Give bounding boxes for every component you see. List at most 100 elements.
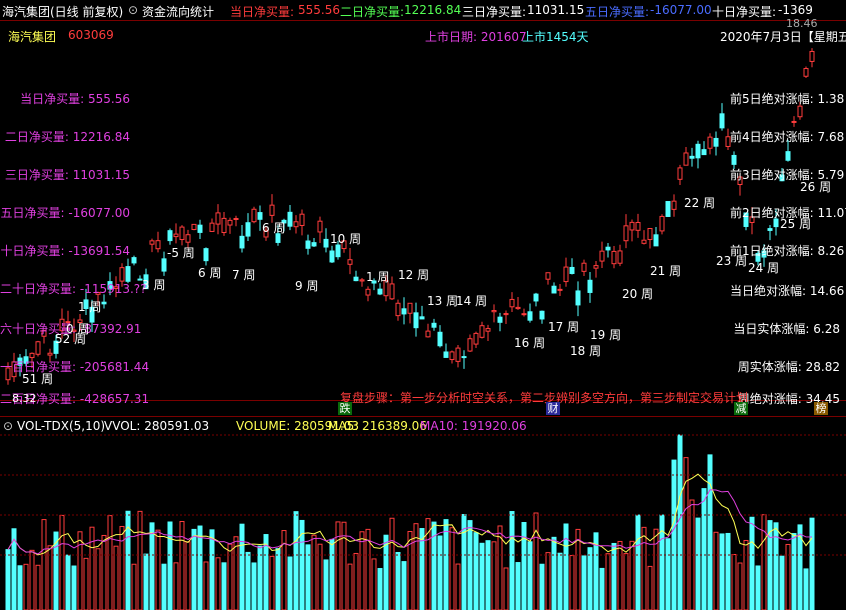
- week-label: 10 周: [330, 232, 362, 246]
- volume-bar: [707, 454, 713, 610]
- candle-body: [311, 242, 317, 247]
- volume-bar: [203, 561, 209, 610]
- volume-bar: [65, 554, 71, 610]
- volume-bar: [515, 562, 521, 610]
- low-price-label: 8.32: [12, 392, 37, 405]
- candle-body: [305, 240, 311, 249]
- volume-bar: [581, 555, 587, 610]
- volume-bar: [245, 551, 251, 610]
- candle-body: [347, 259, 353, 265]
- volume-bar: [119, 525, 125, 610]
- d5-value: -16077.00: [650, 3, 712, 17]
- candle-body: [479, 325, 485, 338]
- week-label: 14 周: [456, 294, 488, 308]
- volume-bar: [695, 517, 701, 610]
- candle-body: [641, 239, 647, 244]
- volume-bar: [41, 519, 47, 610]
- candle-body: [179, 226, 185, 241]
- volume-bar: [737, 562, 743, 610]
- left-netbuy-label: 二日净买量: 12216.84: [4, 130, 130, 144]
- candle-body: [413, 312, 419, 329]
- marker-bang[interactable]: 榜: [814, 402, 828, 415]
- candle-body: [389, 283, 395, 300]
- candle-body: [353, 276, 359, 282]
- candle-body: [503, 313, 509, 316]
- candle-body: [455, 347, 461, 362]
- d3-value: 11031.15: [527, 3, 585, 17]
- candle-body: [131, 257, 137, 264]
- candle-body: [623, 225, 629, 242]
- volume-bar: [491, 541, 497, 610]
- volume-bar: [647, 565, 653, 610]
- indicator-name[interactable]: 资金流向统计: [142, 3, 214, 20]
- candle-body: [287, 211, 293, 227]
- left-netbuy-label: 一百日净买量: -205681.44: [0, 360, 150, 374]
- candle-body: [791, 120, 797, 123]
- volume-bar: [743, 539, 749, 610]
- candle-body: [587, 279, 593, 293]
- candle-body: [659, 215, 665, 232]
- volume-bar: [59, 514, 65, 610]
- marker-die[interactable]: 跌: [338, 402, 352, 415]
- candle-body: [155, 240, 161, 250]
- candle-body: [329, 250, 335, 263]
- volume-bar: [113, 545, 119, 610]
- volume-bar: [761, 514, 767, 610]
- week-label: 16 周: [514, 336, 546, 350]
- volume-bar: [779, 555, 785, 610]
- candle-body: [767, 228, 773, 231]
- candle-body: [173, 233, 179, 238]
- candle-body: [713, 137, 719, 147]
- candle-body: [515, 306, 521, 310]
- volume-chart[interactable]: [0, 430, 846, 610]
- candle-body: [473, 332, 479, 345]
- volume-bar: [413, 523, 419, 610]
- candle-body: [707, 136, 713, 149]
- volume-bar: [335, 521, 341, 610]
- dropdown-icon[interactable]: ⊙: [128, 3, 138, 17]
- volume-bar: [23, 563, 29, 610]
- week-label: 6 周: [198, 266, 222, 280]
- candle-body: [719, 113, 725, 129]
- volume-bar: [311, 534, 317, 610]
- candle-body: [539, 310, 545, 320]
- candle-body: [695, 143, 701, 159]
- left-netbuy-label: 十日净买量: -13691.54: [0, 244, 130, 258]
- candle-body: [191, 223, 197, 230]
- candle-body: [683, 152, 689, 166]
- week-label: -5 周: [167, 246, 195, 260]
- candle-body: [209, 222, 215, 232]
- volume-bar: [605, 553, 611, 610]
- candle-body: [563, 266, 569, 283]
- candle-body: [635, 222, 641, 231]
- volume-bar: [101, 534, 107, 610]
- marker-jian[interactable]: 减: [734, 402, 748, 415]
- volume-bar: [89, 526, 95, 610]
- candle-body: [221, 217, 227, 234]
- stock-title[interactable]: 海汽集团(日线 前复权): [2, 3, 123, 20]
- candle-body: [239, 235, 245, 249]
- candle-body: [215, 212, 221, 225]
- candle-body: [581, 262, 587, 272]
- candle-body: [227, 219, 233, 226]
- week-label: 18 周: [570, 344, 602, 358]
- candle-body: [317, 220, 323, 233]
- candle-body: [431, 322, 437, 328]
- candle-body: [671, 200, 677, 210]
- marker-cai[interactable]: 财: [546, 402, 560, 415]
- volume-bar: [641, 526, 647, 610]
- candle-body: [161, 258, 167, 272]
- candle-body: [365, 288, 371, 296]
- week-label: 12 周: [398, 268, 430, 282]
- d1-value: 555.56: [298, 3, 340, 17]
- right-gain-label: 前5日绝对涨幅: 1.38: [730, 92, 845, 106]
- candle-body: [797, 105, 803, 118]
- ipo-date: 上市日期: 201607: [425, 30, 527, 44]
- volume-bar: [323, 559, 329, 610]
- volume-bar: [521, 522, 527, 610]
- candle-body: [575, 290, 581, 306]
- volume-bars-group: [5, 434, 815, 610]
- stock-name: 海汽集团: [8, 30, 57, 44]
- right-gain-label: 前4日绝对涨幅: 7.68: [730, 130, 845, 144]
- candle-body: [497, 316, 503, 323]
